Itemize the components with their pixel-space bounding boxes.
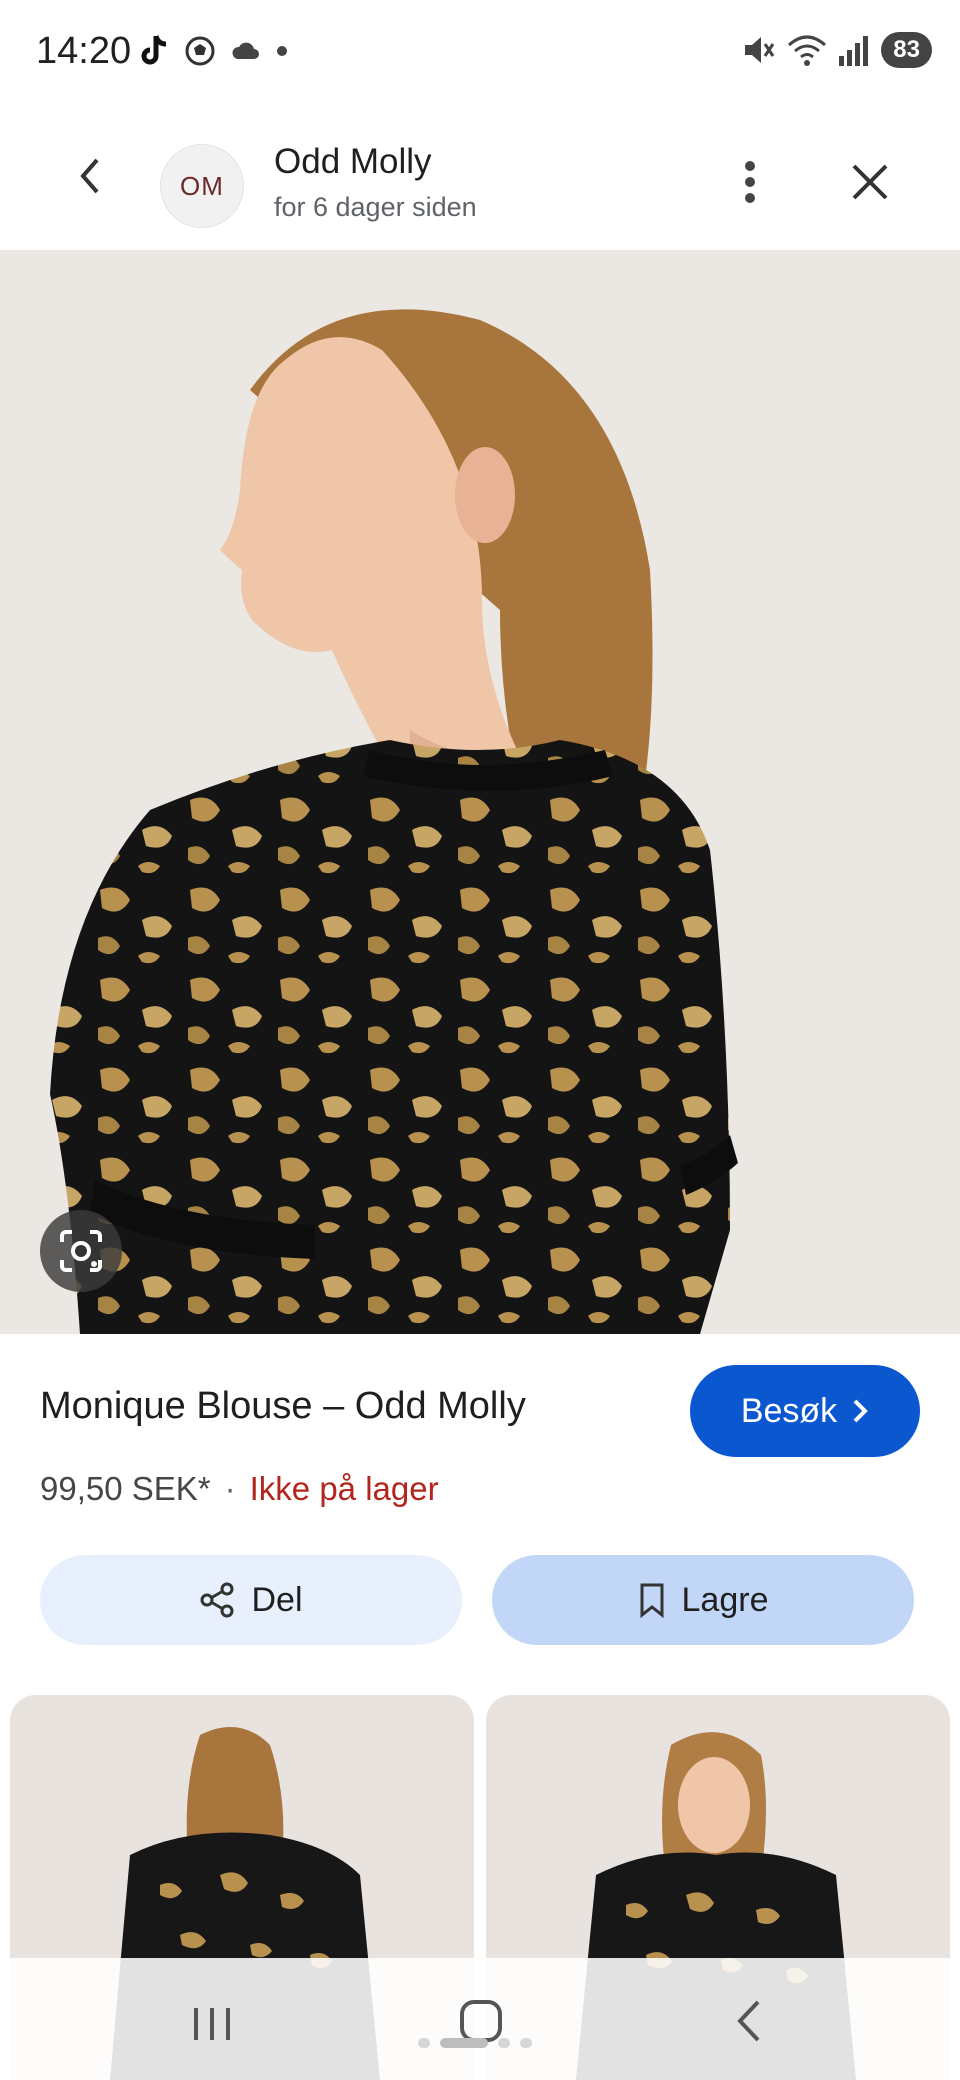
time-ago: for 6 dager siden: [274, 192, 477, 222]
model-photo: [0, 250, 960, 1334]
lens-icon: [60, 1230, 102, 1272]
visit-button[interactable]: Besøk: [690, 1365, 920, 1457]
more-options-button[interactable]: [728, 154, 772, 210]
tiktok-icon: [141, 35, 167, 65]
status-time: 14:20: [36, 30, 132, 72]
chevron-left-icon: [80, 158, 99, 194]
price-line: 99,50 SEK* · Ikke på lager: [40, 1470, 439, 1508]
recent-apps-icon: [194, 2008, 230, 2040]
back-icon: [737, 2000, 760, 2042]
share-button[interactable]: Del: [40, 1555, 462, 1645]
product-image[interactable]: [0, 250, 960, 1334]
wifi-icon: [788, 35, 827, 66]
share-icon: [200, 1582, 234, 1618]
close-icon: [852, 164, 888, 200]
save-label: Lagre: [681, 1580, 769, 1619]
soccer-icon: [185, 36, 215, 66]
notification-icons: [138, 34, 288, 68]
chevron-right-icon: [853, 1399, 869, 1423]
bookmark-icon: [640, 1583, 664, 1618]
product-title: Monique Blouse – Odd Molly: [40, 1385, 526, 1427]
separator: ·: [224, 1470, 236, 1507]
signal-icon: [839, 36, 869, 66]
site-name[interactable]: Odd Molly: [274, 142, 432, 182]
status-bar: 14:20 83: [0, 0, 960, 108]
cloud-icon: [232, 42, 259, 59]
close-button[interactable]: [840, 152, 900, 212]
header: OM Odd Molly for 6 dager siden: [0, 108, 960, 250]
page-indicator: [418, 2038, 532, 2048]
mute-icon: [745, 37, 775, 63]
logo-text: OM: [180, 170, 224, 201]
stock-status: Ikke på lager: [249, 1470, 439, 1507]
visit-label: Besøk: [740, 1391, 838, 1430]
recent-apps-button[interactable]: [190, 2006, 234, 2047]
more-vert-icon: [745, 161, 755, 203]
system-nav-bar: [0, 1958, 960, 2080]
nav-back-button[interactable]: [734, 1998, 764, 2049]
back-button[interactable]: [62, 148, 118, 204]
price: 99,50 SEK*: [40, 1470, 211, 1507]
lens-search-button[interactable]: [40, 1210, 122, 1292]
battery-icon: 83: [881, 32, 932, 68]
site-logo[interactable]: OM: [160, 144, 244, 228]
share-label: Del: [251, 1580, 303, 1619]
dot-icon: [277, 46, 287, 56]
system-icons: 83: [741, 32, 932, 68]
save-button[interactable]: Lagre: [492, 1555, 914, 1645]
